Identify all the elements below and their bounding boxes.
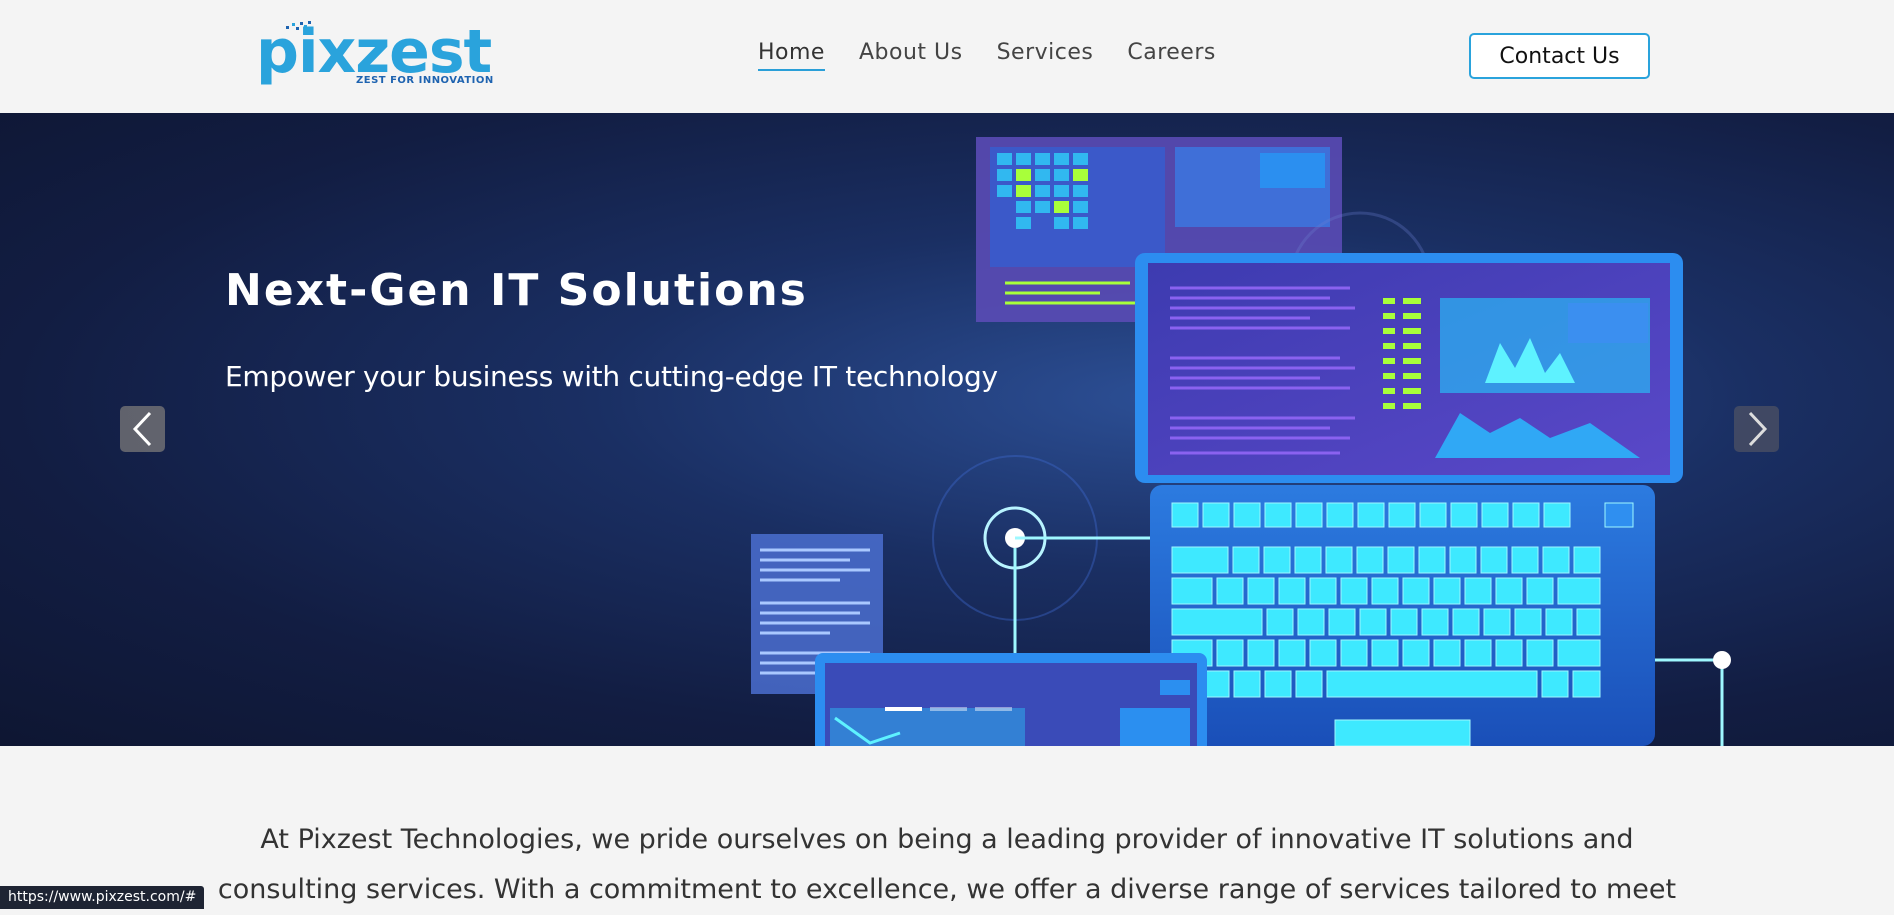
nav-about-us[interactable]: About Us [859,40,963,71]
carousel-next-button[interactable] [1734,406,1779,452]
nav-careers[interactable]: Careers [1127,40,1215,71]
carousel-indicators [885,707,1012,711]
carousel-indicator-1[interactable] [885,707,922,711]
main-nav: Home About Us Services Careers [758,40,1216,71]
nav-services[interactable]: Services [997,40,1094,71]
logo-tagline: ZEST FOR INNOVATION [356,75,494,86]
logo-wordmark: pixzest [256,17,492,87]
intro-paragraph: At Pixzest Technologies, we pride oursel… [217,824,1677,905]
status-bar-url: https://www.pixzest.com/# [0,886,205,909]
carousel-prev-button[interactable] [120,406,165,452]
it-illustration [751,137,1731,746]
nav-home[interactable]: Home [758,40,825,71]
hero-subtitle: Empower your business with cutting-edge … [225,360,998,393]
chevron-right-icon [1748,411,1767,447]
pixzest-logo[interactable]: pixzest ZEST FOR INNOVATION [256,20,496,90]
contact-us-button[interactable]: Contact Us [1469,33,1650,79]
hero-carousel: Next-Gen IT Solutions Empower your busin… [0,113,1894,746]
hero-title: Next-Gen IT Solutions [225,265,808,316]
carousel-indicator-3[interactable] [975,707,1012,711]
site-header: pixzest ZEST FOR INNOVATION Home About U… [0,0,1894,113]
chevron-left-icon [132,411,151,447]
carousel-indicator-2[interactable] [930,707,967,711]
